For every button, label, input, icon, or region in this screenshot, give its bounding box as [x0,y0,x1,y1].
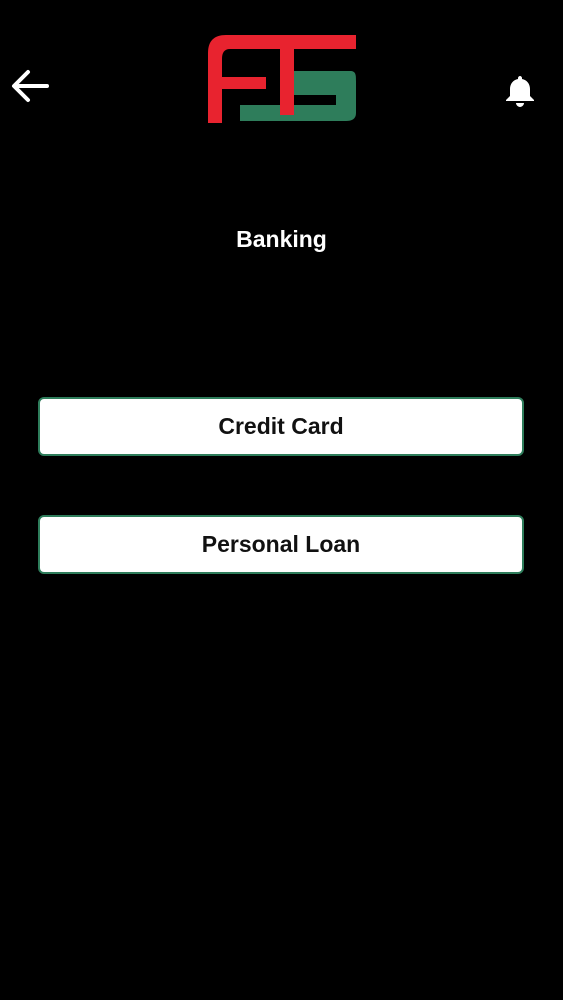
back-button[interactable] [6,62,54,110]
app-header [0,0,563,140]
credit-card-button[interactable]: Credit Card [38,397,524,456]
app-logo [204,33,360,127]
personal-loan-button[interactable]: Personal Loan [38,515,524,574]
bell-icon [506,76,534,107]
page-title: Banking [236,226,327,252]
arrow-left-icon [12,70,49,102]
notifications-button[interactable] [500,70,540,112]
